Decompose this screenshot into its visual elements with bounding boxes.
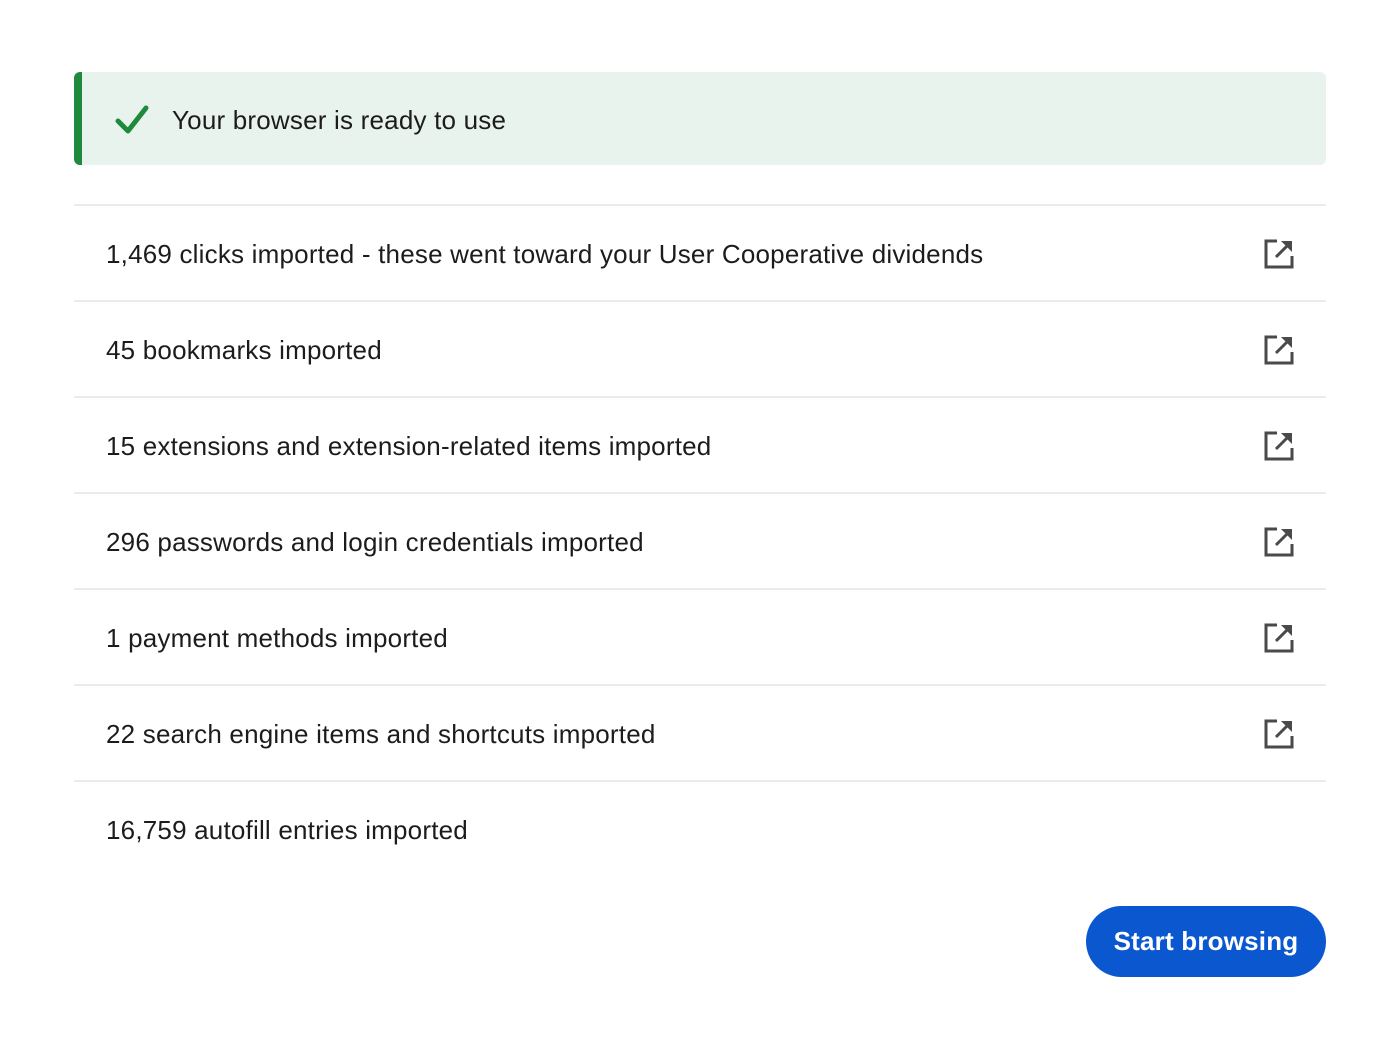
external-link-icon[interactable]	[1262, 429, 1296, 463]
import-row-label: 22 search engine items and shortcuts imp…	[106, 719, 656, 749]
external-link-icon[interactable]	[1262, 621, 1296, 655]
import-row-label: 296 passwords and login credentials impo…	[106, 527, 644, 557]
checkmark-icon	[115, 105, 149, 134]
import-row-autofill: 16,759 autofill entries imported	[74, 780, 1326, 876]
external-link-icon[interactable]	[1262, 717, 1296, 751]
external-link-icon[interactable]	[1262, 237, 1296, 271]
import-row-label: 15 extensions and extension-related item…	[106, 431, 712, 461]
import-complete-dialog: Your browser is ready to use 1,469 click…	[0, 0, 1400, 1050]
import-row-payment-methods: 1 payment methods imported	[74, 588, 1326, 684]
external-link-icon[interactable]	[1262, 333, 1296, 367]
start-browsing-button[interactable]: Start browsing	[1086, 906, 1326, 977]
import-row-label: 16,759 autofill entries imported	[106, 815, 468, 845]
import-row-label: 1,469 clicks imported - these went towar…	[106, 239, 984, 269]
import-row-bookmarks: 45 bookmarks imported	[74, 300, 1326, 396]
success-banner: Your browser is ready to use	[74, 72, 1326, 165]
import-row-label: 1 payment methods imported	[106, 623, 448, 653]
import-row-label: 45 bookmarks imported	[106, 335, 382, 365]
import-row-passwords: 296 passwords and login credentials impo…	[74, 492, 1326, 588]
success-message: Your browser is ready to use	[172, 105, 507, 135]
external-link-icon[interactable]	[1262, 525, 1296, 559]
import-row-extensions: 15 extensions and extension-related item…	[74, 396, 1326, 492]
import-summary-list: 1,469 clicks imported - these went towar…	[74, 204, 1326, 876]
import-row-clicks: 1,469 clicks imported - these went towar…	[74, 204, 1326, 300]
import-row-search-engines: 22 search engine items and shortcuts imp…	[74, 684, 1326, 780]
